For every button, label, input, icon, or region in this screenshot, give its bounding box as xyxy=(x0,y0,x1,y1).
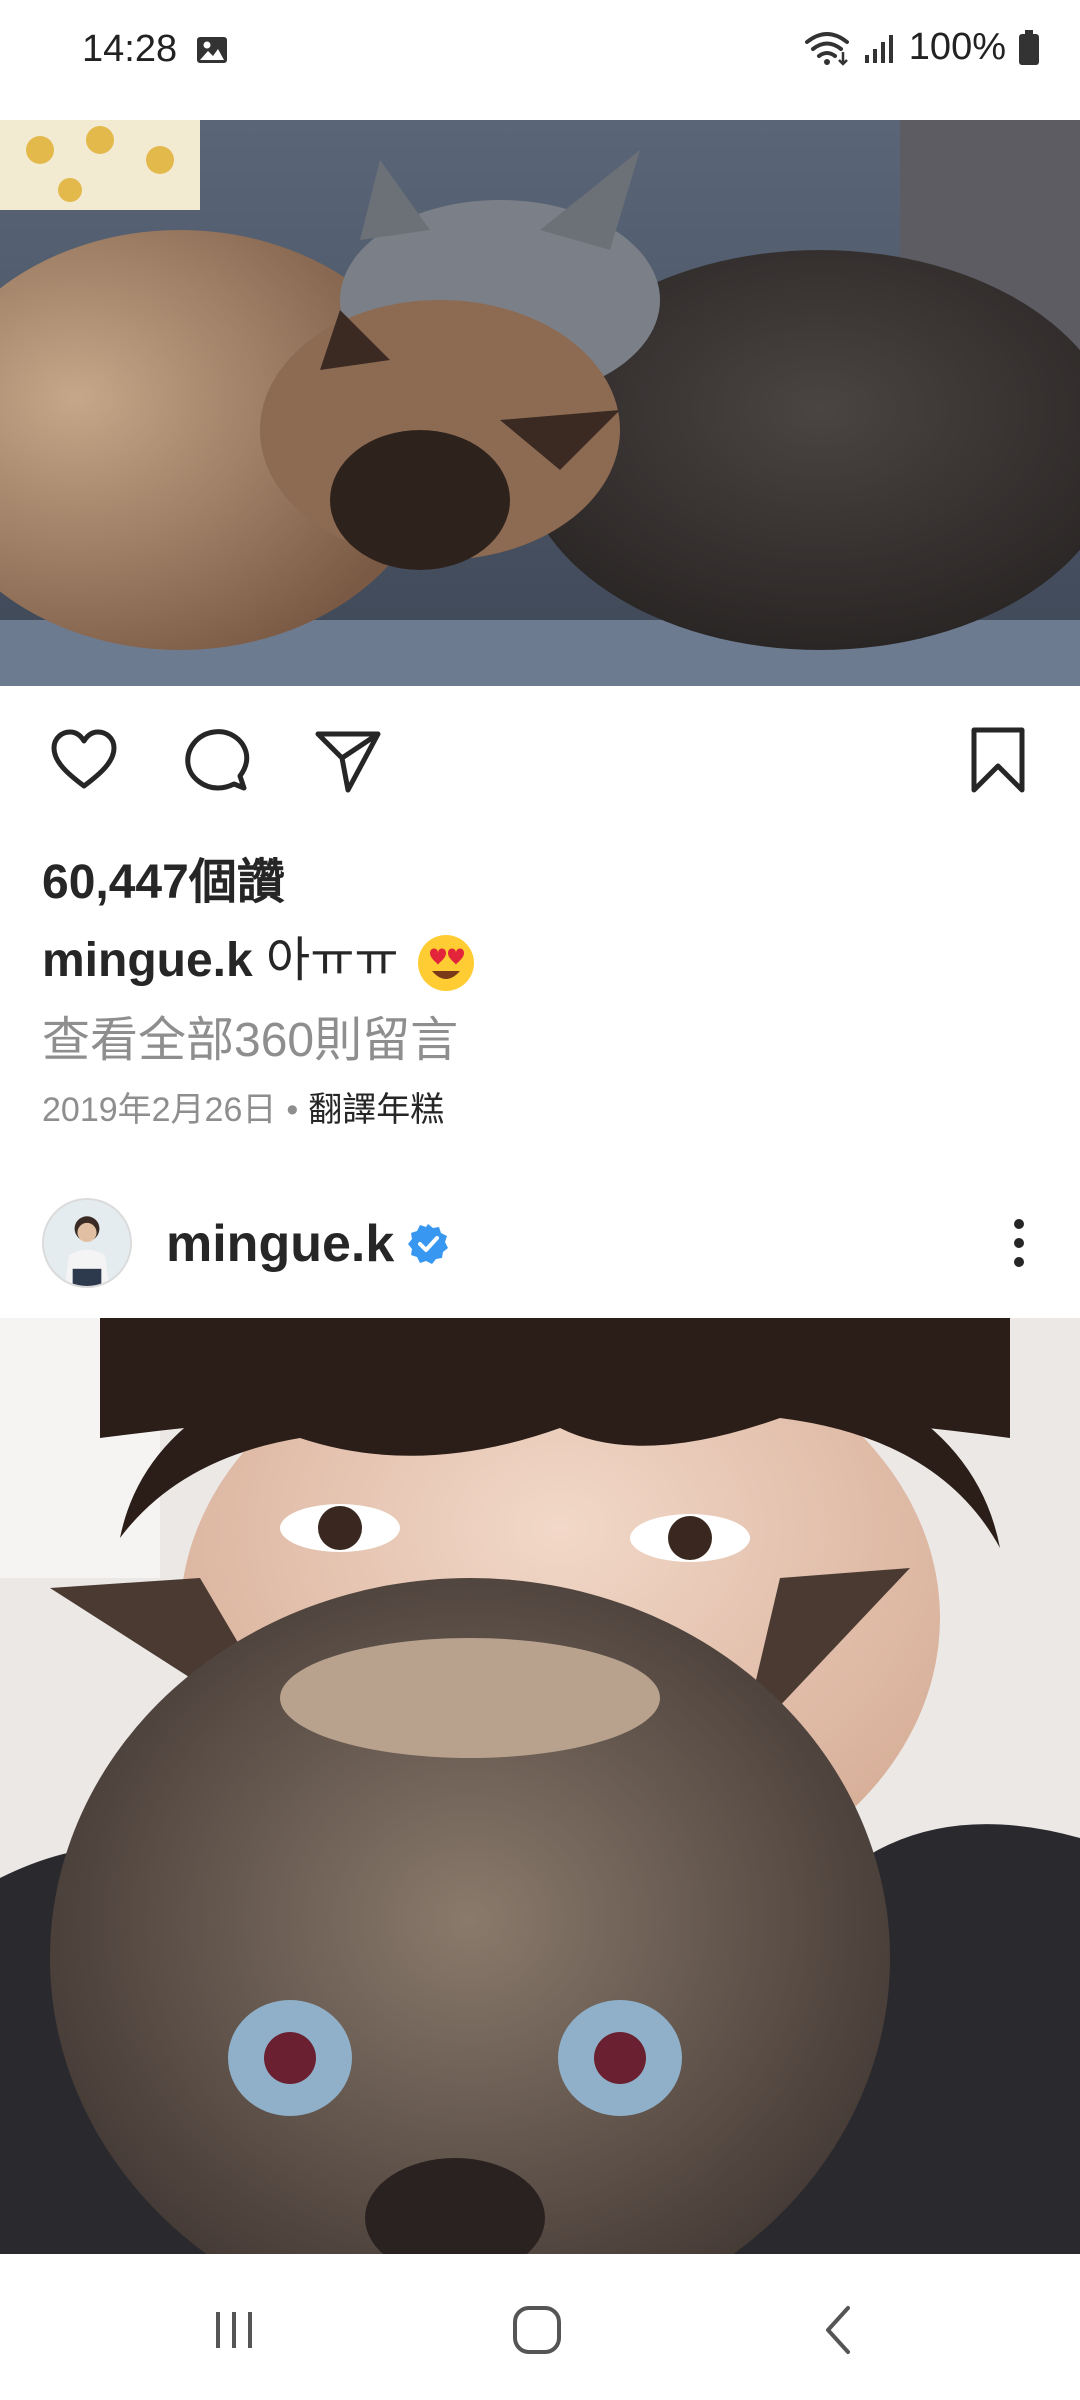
caption-text: 아ㅠㅠ xyxy=(266,934,399,987)
battery-icon xyxy=(1019,29,1039,65)
recent-apps-icon xyxy=(216,2312,252,2348)
save-button[interactable] xyxy=(960,722,1036,798)
share-icon xyxy=(315,731,381,793)
post-meta: 2019年2月26日 • 翻譯年糕 xyxy=(42,1082,444,1131)
home-button[interactable] xyxy=(497,2290,577,2370)
avatar[interactable] xyxy=(42,1198,132,1288)
caption-username[interactable]: mingue.k xyxy=(42,934,253,987)
avatar-image xyxy=(44,1200,130,1286)
more-vertical-icon-dot xyxy=(1014,1238,1024,1248)
view-all-comments-link[interactable]: 查看全部360則留言 xyxy=(42,1000,458,1070)
back-icon xyxy=(826,2306,850,2354)
bookmark-icon xyxy=(971,727,1025,793)
more-vertical-icon-dot xyxy=(1014,1257,1024,1267)
post2-username[interactable]: mingue.k xyxy=(166,1214,394,1274)
post2-header: mingue.k xyxy=(0,1196,1080,1296)
cats-photo-image xyxy=(0,120,1080,686)
like-button[interactable] xyxy=(46,722,122,798)
post-action-bar xyxy=(0,700,1080,810)
translate-link[interactable]: 翻譯年糕 xyxy=(308,1091,444,1129)
comment-icon xyxy=(185,729,250,791)
verified-badge-icon xyxy=(408,1224,448,1264)
home-icon xyxy=(513,2306,561,2354)
post-date: 2019年2月26日 xyxy=(42,1091,277,1129)
gallery-icon xyxy=(197,37,227,63)
heart-eyes-emoji-icon xyxy=(417,935,474,992)
wifi-icon xyxy=(804,31,849,66)
more-vertical-icon xyxy=(1014,1219,1024,1229)
post-caption: mingue.k 아ㅠㅠ xyxy=(42,920,476,993)
comment-button[interactable] xyxy=(178,722,254,798)
selfie-photo-image xyxy=(0,1318,1080,2254)
post-photo-cats[interactable] xyxy=(0,120,1080,686)
more-options-button[interactable] xyxy=(984,1208,1054,1278)
heart-icon xyxy=(51,729,117,789)
system-navigation-bar xyxy=(0,2254,1080,2400)
status-bar: 14:28 100% xyxy=(0,0,1080,110)
back-button[interactable] xyxy=(800,2290,880,2370)
meta-separator: • xyxy=(286,1091,299,1129)
share-button[interactable] xyxy=(310,722,386,798)
post-photo-selfie-with-cat[interactable] xyxy=(0,1318,1080,2254)
signal-icon xyxy=(864,34,893,63)
status-time: 14:28 xyxy=(82,28,178,70)
battery-percentage: 100% xyxy=(908,26,1006,68)
likes-count[interactable]: 60,447個讚 xyxy=(42,842,285,912)
recent-apps-button[interactable] xyxy=(194,2290,274,2370)
